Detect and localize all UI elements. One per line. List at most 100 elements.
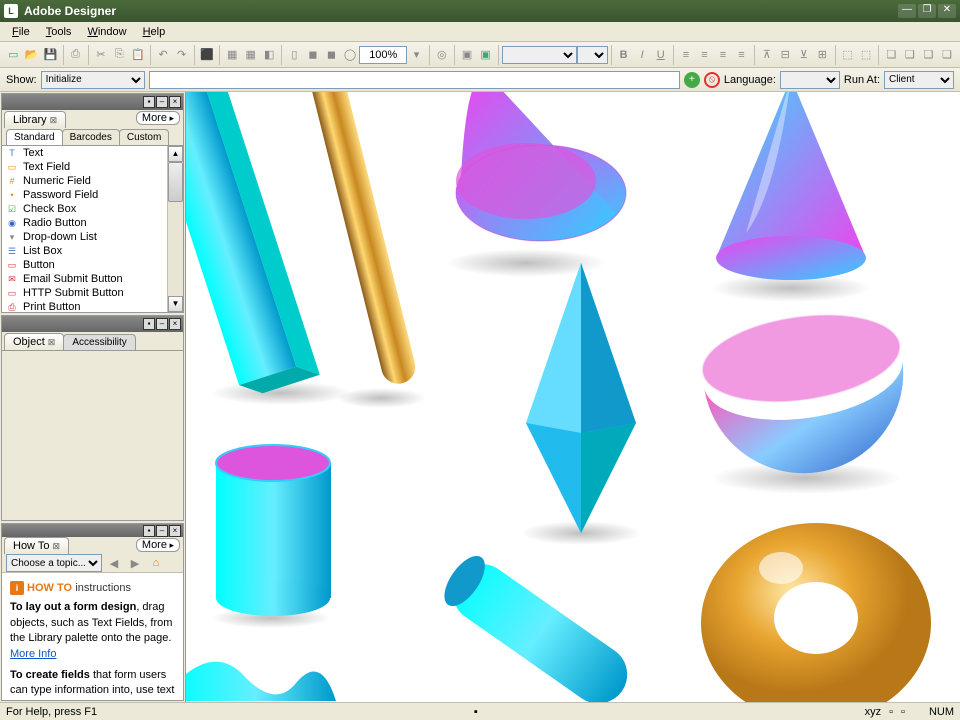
undo-button[interactable]: ↶: [155, 44, 172, 66]
show-select[interactable]: Initialize: [41, 71, 145, 89]
scroll-up-icon[interactable]: ▲: [168, 146, 183, 162]
subtab-barcodes[interactable]: Barcodes: [62, 129, 120, 145]
panel-menu-icon[interactable]: ▪: [143, 525, 155, 537]
panel-close-icon[interactable]: ×: [169, 525, 181, 537]
library-list[interactable]: TText▭Text Field#Numeric Field•Password …: [2, 146, 167, 312]
fill2-icon[interactable]: ◼: [323, 44, 340, 66]
scroll-down-icon[interactable]: ▼: [168, 296, 183, 312]
panel-menu-icon[interactable]: ▪: [143, 96, 155, 108]
accessibility-tab[interactable]: Accessibility: [63, 334, 135, 350]
runat-select[interactable]: Client: [884, 71, 954, 89]
fontsize-select[interactable]: [577, 46, 608, 64]
close-button[interactable]: ✕: [938, 4, 956, 18]
fill-icon[interactable]: ◼: [305, 44, 322, 66]
subtab-custom[interactable]: Custom: [119, 129, 169, 145]
redo-button[interactable]: ↷: [173, 44, 190, 66]
panel-min-icon[interactable]: –: [156, 96, 168, 108]
library-item[interactable]: ▭Button: [2, 258, 167, 272]
library-panel-header[interactable]: ▪ – ×: [2, 94, 183, 110]
dist-icon[interactable]: ⊞: [814, 44, 831, 66]
panel-menu-icon[interactable]: ▪: [143, 318, 155, 330]
add-script-button[interactable]: +: [684, 72, 700, 88]
window2-icon[interactable]: ▣: [477, 44, 494, 66]
print-button[interactable]: ⎙: [67, 44, 84, 66]
more-info-link[interactable]: More Info: [10, 648, 56, 660]
object-panel-header[interactable]: ▪ – ×: [2, 316, 183, 332]
align-justify-icon[interactable]: ≡: [733, 44, 750, 66]
menu-tools[interactable]: Tools: [38, 24, 80, 40]
library-item[interactable]: ▭Text Field: [2, 160, 167, 174]
library-item[interactable]: ✉Email Submit Button: [2, 272, 167, 286]
window-icon[interactable]: ▣: [459, 44, 476, 66]
library-item[interactable]: ⎙Print Button: [2, 300, 167, 312]
grid2-icon[interactable]: ▦: [242, 44, 259, 66]
library-more-button[interactable]: More ▸: [136, 111, 180, 125]
panel-close-icon[interactable]: ×: [169, 318, 181, 330]
library-item[interactable]: #Numeric Field: [2, 174, 167, 188]
menu-window[interactable]: Window: [79, 24, 134, 40]
panel-min-icon[interactable]: –: [156, 525, 168, 537]
library-item[interactable]: ▾Drop-down List: [2, 230, 167, 244]
italic-button[interactable]: I: [634, 44, 651, 66]
subtab-standard[interactable]: Standard: [6, 129, 63, 145]
cut-button[interactable]: ✂: [93, 44, 110, 66]
align-left-icon[interactable]: ≡: [678, 44, 695, 66]
arrange1-icon[interactable]: ⬚: [839, 44, 856, 66]
object-tab[interactable]: Object⊠: [4, 333, 64, 350]
circle-icon[interactable]: ◯: [342, 44, 359, 66]
menu-file[interactable]: File: [4, 24, 38, 40]
zoom-dropdown-icon[interactable]: ▾: [408, 44, 425, 66]
forward-icon[interactable]: ▶: [127, 555, 143, 571]
tab-close-icon[interactable]: ⊠: [48, 337, 56, 347]
library-item[interactable]: ☑Check Box: [2, 202, 167, 216]
howto-tab[interactable]: How To⊠: [4, 537, 69, 554]
tab-close-icon[interactable]: ⊠: [50, 115, 58, 125]
library-item[interactable]: ▭HTTP Submit Button: [2, 286, 167, 300]
save-button[interactable]: 💾: [42, 44, 59, 66]
bold-button[interactable]: B: [615, 44, 632, 66]
menu-help[interactable]: Help: [135, 24, 174, 40]
topic-select[interactable]: Choose a topic...: [6, 554, 102, 572]
library-item[interactable]: ☰List Box: [2, 244, 167, 258]
language-select[interactable]: [780, 71, 840, 89]
align-center-icon[interactable]: ≡: [696, 44, 713, 66]
valign-top-icon[interactable]: ⊼: [759, 44, 776, 66]
font-select[interactable]: [502, 46, 578, 64]
paste-button[interactable]: 📋: [130, 44, 147, 66]
new-button[interactable]: ▭: [5, 44, 22, 66]
underline-button[interactable]: U: [652, 44, 669, 66]
copy-button[interactable]: ⎘: [111, 44, 128, 66]
howto-panel-header[interactable]: ▪ – ×: [2, 524, 183, 537]
order2-icon[interactable]: ❏: [902, 44, 919, 66]
howto-more-button[interactable]: More ▸: [136, 538, 180, 552]
open-button[interactable]: 📂: [24, 44, 41, 66]
scroll-thumb[interactable]: [168, 162, 183, 202]
library-scrollbar[interactable]: ▲ ▼: [167, 146, 183, 312]
restore-button[interactable]: ❐: [918, 4, 936, 18]
zoom-input[interactable]: [359, 46, 407, 64]
back-icon[interactable]: ◀: [106, 555, 122, 571]
script-input[interactable]: [149, 71, 680, 89]
design-canvas[interactable]: [186, 92, 960, 702]
tool-b-icon[interactable]: ◧: [261, 44, 278, 66]
library-item[interactable]: ◉Radio Button: [2, 216, 167, 230]
library-item[interactable]: TText: [2, 146, 167, 160]
panel-close-icon[interactable]: ×: [169, 96, 181, 108]
target-icon[interactable]: ◎: [434, 44, 451, 66]
tab-close-icon[interactable]: ⊠: [52, 541, 60, 551]
tool-a-icon[interactable]: ⬛: [199, 44, 216, 66]
order3-icon[interactable]: ❏: [920, 44, 937, 66]
grid-icon[interactable]: ▦: [224, 44, 241, 66]
library-tab[interactable]: Library⊠: [4, 111, 66, 128]
valign-bot-icon[interactable]: ⊻: [796, 44, 813, 66]
page-icon[interactable]: ▯: [286, 44, 303, 66]
order4-icon[interactable]: ❏: [939, 44, 956, 66]
library-item[interactable]: •Password Field: [2, 188, 167, 202]
align-right-icon[interactable]: ≡: [715, 44, 732, 66]
arrange2-icon[interactable]: ⬚: [858, 44, 875, 66]
minimize-button[interactable]: —: [898, 4, 916, 18]
cancel-script-button[interactable]: ⦸: [704, 72, 720, 88]
panel-min-icon[interactable]: –: [156, 318, 168, 330]
order1-icon[interactable]: ❏: [883, 44, 900, 66]
home-icon[interactable]: ⌂: [148, 555, 164, 571]
